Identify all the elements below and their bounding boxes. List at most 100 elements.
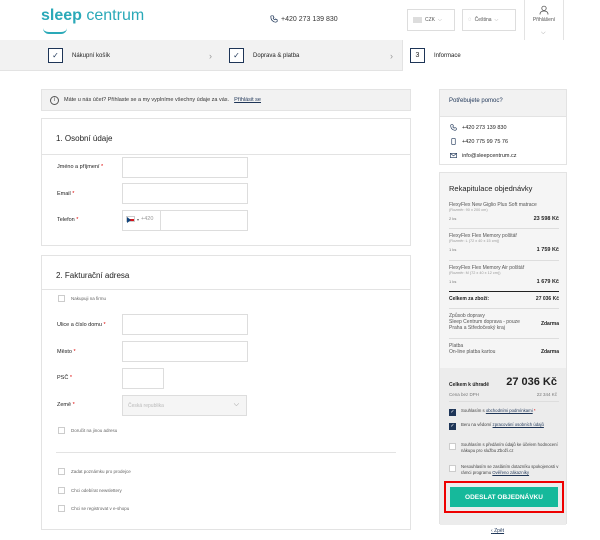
name-input[interactable] (122, 157, 248, 178)
other-address-row[interactable]: Doručit na jinou adresu (58, 427, 117, 434)
chevron-down-icon: ⌵ (494, 17, 499, 23)
city-label: Město * (57, 349, 76, 355)
chevron-left-icon: ‹ (491, 528, 493, 534)
divider (449, 401, 559, 402)
divider (449, 291, 559, 292)
submit-order-button[interactable]: ODESLAT OBJEDNÁVKU (450, 487, 558, 507)
currency-value: CZK (425, 17, 435, 23)
reviews-checkbox[interactable] (449, 443, 456, 450)
reviews-text: Souhlasím s předáním údajů ke účelem hod… (461, 442, 558, 453)
help-phone-1[interactable]: +420 273 139 830 (450, 124, 507, 131)
login-info-bar: i Máte u nás účet? Přihlaste se a my vyp… (41, 89, 411, 111)
help-box: Potřebujete pomoc? +420 273 139 830 +420… (439, 89, 567, 165)
logo-sleep: sleep (41, 7, 82, 24)
note-row[interactable]: Zadat poznámku pro prodejce (58, 468, 131, 475)
step-label: Doprava & platba (253, 52, 300, 59)
divider (449, 260, 559, 261)
checkout-steps: ✓ Nákupní košík › ✓ Doprava & platba › 3… (0, 40, 600, 71)
terms-text: Souhlasím s obchodními podmínkami * (461, 408, 536, 413)
goods-total-row: Celkem za zboží: 27 036 Kč (449, 296, 559, 302)
language-select[interactable]: ◌ Čeština ⌵ (462, 9, 516, 31)
logo[interactable]: sleep centrum (41, 7, 144, 34)
other-address-checkbox[interactable] (58, 427, 65, 434)
help-email[interactable]: info@sleepcentrum.cz (450, 152, 517, 159)
chevron-right-icon: › (390, 51, 393, 61)
info-icon: i (50, 95, 59, 105)
item-price: 1 759 Kč (536, 247, 559, 253)
divider (56, 452, 396, 453)
help-phone-2[interactable]: +420 775 99 75 76 (450, 138, 508, 145)
privacy-text: Beru na vědomí zpracování osobních údajů (461, 422, 544, 427)
phone-icon (270, 15, 278, 23)
terms-link[interactable]: obchodními podmínkami (486, 408, 533, 413)
help-phone-text: +420 775 99 75 76 (462, 138, 509, 145)
register-checkbox[interactable] (58, 505, 65, 512)
step-number: 3 (410, 48, 425, 63)
newsletter-checkbox[interactable] (58, 487, 65, 494)
privacy-link[interactable]: zpracování osobních údajů (493, 422, 544, 427)
phone-label: Telefon * (57, 217, 79, 223)
item-price: 1 679 Kč (536, 279, 559, 285)
login-button[interactable]: Přihlášení ⌵ (524, 0, 564, 40)
terms-checkbox[interactable]: ✓ (449, 409, 456, 416)
total-label: Celkem k úhradě (449, 382, 490, 388)
step-information: 3 Informace (402, 40, 600, 71)
zip-input[interactable] (122, 368, 164, 389)
privacy-row[interactable]: ✓ Beru na vědomí zpracování osobních úda… (449, 422, 559, 430)
phone-prefix: +420 (141, 216, 154, 222)
country-select[interactable]: Česká republika ⌵ (122, 395, 247, 416)
phone-icon (450, 124, 457, 131)
chevron-down-icon: ⌵ (233, 401, 239, 408)
step-cart[interactable]: ✓ Nákupní košík (48, 47, 110, 64)
summary-item: FlexyFlex Flex Memory polštář (Rozměr: L… (449, 233, 559, 255)
register-row[interactable]: Chci se registrovat v e-shopu (58, 505, 129, 512)
order-summary: Rekapitulace objednávky FlexyFlex New Gi… (439, 172, 567, 525)
cz-flag-icon (126, 216, 135, 223)
globe-icon: ◌ (468, 17, 472, 23)
note-checkbox[interactable] (58, 468, 65, 475)
company-checkbox-row[interactable]: Nakupuji na firmu (58, 295, 106, 302)
help-title: Potřebujete pomoc? (440, 90, 566, 117)
header-phone[interactable]: +420 273 139 830 (270, 15, 338, 23)
terms-row[interactable]: ✓ Souhlasím s obchodními podmínkami * (449, 408, 559, 416)
survey-row[interactable]: Nesouhlasím se zasláním dotazníku spokoj… (449, 464, 559, 475)
shipping-value: Sleep Centrum doprava - pouze Praha a St… (449, 319, 520, 331)
reviews-row[interactable]: Souhlasím s předáním údajů ke účelem hod… (449, 442, 559, 453)
summary-item: FlexyFlex Flex Memory Air polštář (Rozmě… (449, 265, 559, 287)
country-label: Země * (57, 402, 75, 408)
back-link[interactable]: ‹ Zpět (491, 528, 504, 534)
summary-title: Rekapitulace objednávky (449, 184, 533, 193)
currency-select[interactable]: CZK ⌵ (407, 9, 455, 31)
step-check-icon: ✓ (48, 48, 63, 63)
divider (449, 228, 559, 229)
item-size: (Rozměr: 90 x 200 cm) (449, 208, 488, 212)
checkbox-label: Doručit na jinou adresu (71, 428, 118, 433)
checkbox-label: Zadat poznámku pro prodejce (71, 469, 131, 474)
mobile-icon (451, 138, 456, 145)
survey-link[interactable]: Ověřeno zákazníky (492, 470, 529, 475)
billing-address-panel: 2. Fakturační adresa Nakupuji na firmu U… (41, 255, 411, 530)
item-qty: 1 ks (449, 247, 457, 252)
item-qty: 2 ks (449, 216, 457, 221)
step-shipping[interactable]: ✓ Doprava & platba (229, 47, 299, 64)
newsletter-row[interactable]: Chci odebírat newslettery (58, 487, 122, 494)
name-label: Jméno a příjmení * (57, 164, 104, 170)
phone-country-select[interactable]: ▾ +420 (126, 216, 154, 223)
item-size: (Rozměr: L (72 x 40 x 15 cm)) (449, 239, 500, 243)
user-icon (539, 5, 549, 15)
checkbox-label: Nakupuji na firmu (71, 296, 107, 301)
privacy-checkbox[interactable]: ✓ (449, 423, 456, 430)
survey-checkbox[interactable] (449, 465, 456, 472)
company-checkbox[interactable] (58, 295, 65, 302)
email-input[interactable] (122, 183, 248, 204)
section-title: 2. Fakturační adresa (56, 271, 130, 280)
item-qty: 1 ks (449, 279, 457, 284)
info-text: Máte u nás účet? Přihlaste se a my vypln… (64, 97, 230, 103)
chevron-right-icon: › (209, 51, 212, 61)
payment-price: Zdarma (540, 349, 559, 355)
street-input[interactable] (122, 314, 248, 335)
city-input[interactable] (122, 341, 248, 362)
login-link[interactable]: Přihlásit se (234, 97, 261, 103)
total-value: 27 036 Kč (506, 376, 557, 388)
survey-text: Nesouhlasím se zasláním dotazníku spokoj… (461, 464, 559, 475)
